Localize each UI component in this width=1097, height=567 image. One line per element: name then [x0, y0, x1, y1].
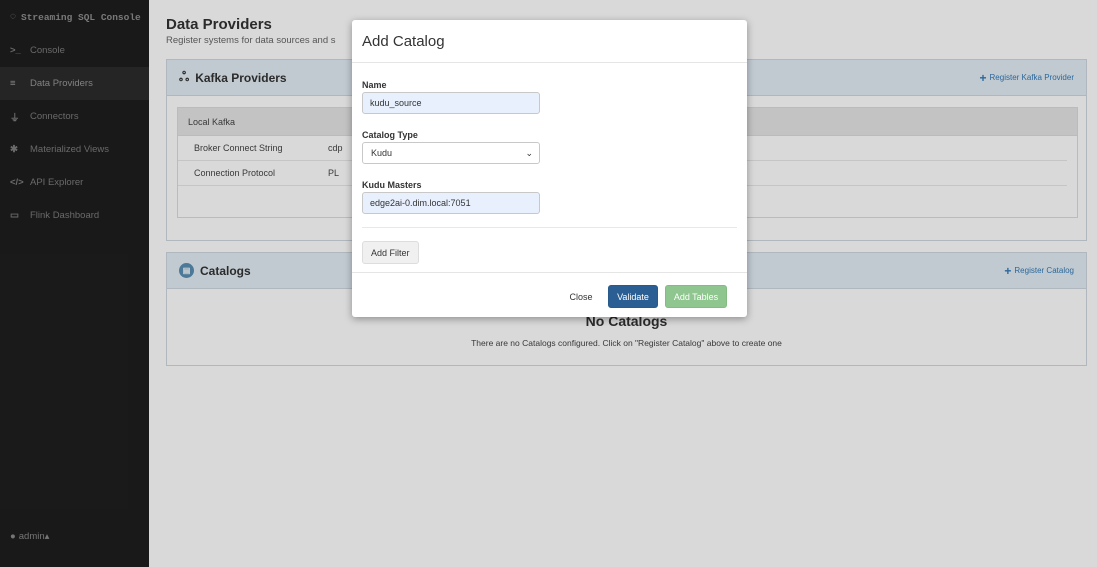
name-input[interactable]: kudu_source — [362, 92, 540, 114]
add-tables-button[interactable]: Add Tables — [665, 285, 727, 308]
catalog-type-value: Kudu — [371, 148, 393, 158]
catalog-type-select[interactable]: Kudu ⌄ — [362, 142, 540, 164]
modal-title: Add Catalog — [362, 32, 445, 50]
add-catalog-modal: Add Catalog Name kudu_source Catalog Typ… — [352, 20, 747, 317]
close-button[interactable]: Close — [562, 285, 600, 308]
chevron-down-icon: ⌄ — [525, 147, 533, 158]
divider — [362, 227, 737, 228]
validate-button[interactable]: Validate — [608, 285, 658, 308]
modal-header: Add Catalog — [352, 20, 747, 63]
catalog-type-label: Catalog Type — [362, 130, 418, 140]
name-label: Name — [362, 80, 387, 90]
kudu-masters-input[interactable]: edge2ai-0.dim.local:7051 — [362, 192, 540, 214]
kudu-masters-label: Kudu Masters — [362, 180, 422, 190]
add-filter-button[interactable]: Add Filter — [362, 241, 419, 264]
modal-footer: Close Validate Add Tables — [352, 272, 747, 317]
